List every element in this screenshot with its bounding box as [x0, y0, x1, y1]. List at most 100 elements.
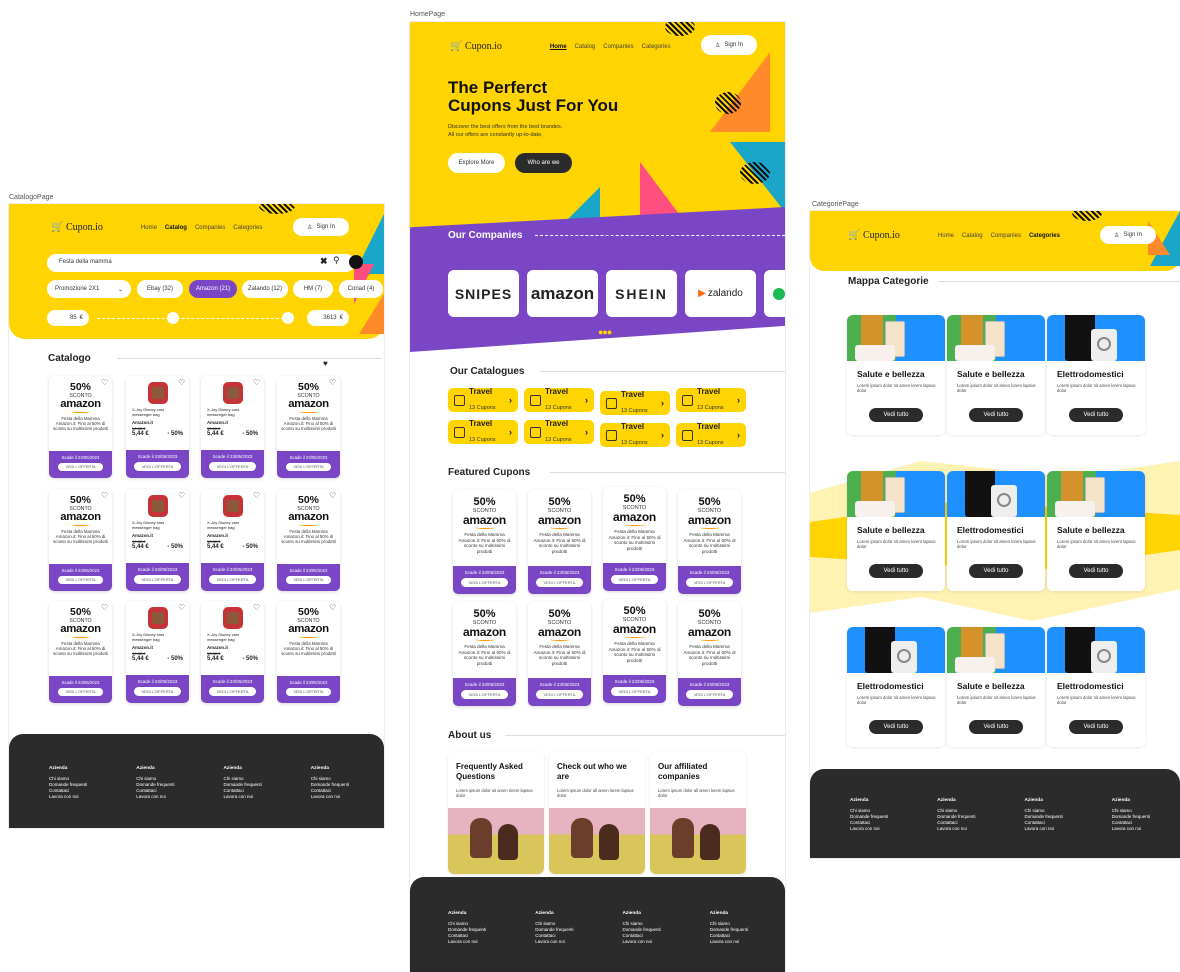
- price-min-field[interactable]: 85 €: [47, 310, 89, 326]
- view-all-button[interactable]: Vedi tutto: [969, 564, 1023, 578]
- category-card[interactable]: Elettrodomestici Lorem ipsum dolor sit a…: [1047, 627, 1145, 747]
- store-pill-zalando[interactable]: Zalando (12): [242, 280, 288, 298]
- footer-link[interactable]: Lavora con noi: [311, 794, 349, 800]
- category-card[interactable]: Elettrodomestici Lorem ipsum dolor sit a…: [1047, 315, 1145, 435]
- product-card[interactable]: X-Joy Disney cars messenger bag Amazon.i…: [201, 601, 264, 703]
- logo[interactable]: 🛒 Cupon.io: [51, 222, 103, 233]
- about-card-who[interactable]: Check out who we are Lorem ipsum dolor al…: [549, 752, 645, 874]
- toggle-dot[interactable]: [349, 255, 363, 269]
- product-offer-button[interactable]: VEDI L'OFFERTA: [208, 462, 257, 471]
- product-card[interactable]: X-Joy Disney cars messenger bag Amazon.i…: [201, 376, 264, 478]
- favorite-icon[interactable]: ♡: [101, 378, 108, 387]
- nav-home[interactable]: Home: [550, 44, 567, 50]
- about-card-faq[interactable]: Frequently Asked Questions Lorem ipsum do…: [448, 752, 544, 874]
- catalogue-button-travel[interactable]: Travel 13 Cupons ›: [600, 422, 670, 447]
- who-button[interactable]: Who are we: [515, 153, 572, 173]
- coupon-offer-button[interactable]: VEDI L'OFFERTA: [535, 578, 584, 587]
- nav-home[interactable]: Home: [141, 225, 157, 231]
- view-all-button[interactable]: Vedi tutto: [869, 564, 923, 578]
- footer-link[interactable]: Lavora con noi: [223, 794, 261, 800]
- nav-categories[interactable]: Categories: [1029, 233, 1060, 239]
- product-offer-button[interactable]: VEDI L'OFFERTA: [208, 575, 257, 584]
- nav-companies[interactable]: Companies: [195, 225, 225, 231]
- product-offer-button[interactable]: VEDI L'OFFERTA: [133, 687, 182, 696]
- store-pill-amazon[interactable]: Amazon (21): [189, 280, 237, 298]
- coupon-offer-button[interactable]: VEDI L'OFFERTA: [460, 690, 509, 699]
- favorite-icon[interactable]: ♡: [329, 603, 336, 612]
- company-logo-shein[interactable]: SHEIN: [606, 270, 677, 317]
- store-pill-hm[interactable]: HM (7): [293, 280, 333, 298]
- coupon-offer-button[interactable]: VEDI L'OFFERTA: [285, 463, 332, 471]
- coupon-offer-button[interactable]: VEDI L'OFFERTA: [460, 578, 509, 587]
- coupon-offer-button[interactable]: VEDI L'OFFERTA: [610, 575, 659, 584]
- view-all-button[interactable]: Vedi tutto: [869, 408, 923, 422]
- nav-catalog[interactable]: Catalog: [165, 225, 187, 231]
- coupon-card[interactable]: 50% SCONTO amazon Festa della Mamma Amaz…: [678, 602, 741, 706]
- nav-categories[interactable]: Categories: [233, 225, 262, 231]
- favorite-icon[interactable]: ♡: [253, 378, 260, 387]
- product-offer-button[interactable]: VEDI L'OFFERTA: [208, 687, 257, 696]
- logo[interactable]: 🛒 Cupon.io: [848, 230, 900, 241]
- signin-button[interactable]: ♙ Sign In: [293, 218, 349, 236]
- coupon-card[interactable]: 50% SCONTO amazon Festa della Mamma Amaz…: [277, 601, 340, 703]
- coupon-offer-button[interactable]: VEDI L'OFFERTA: [685, 690, 734, 699]
- coupon-card[interactable]: 50% SCONTO amazon Festa della Mamma Amaz…: [453, 490, 516, 594]
- nav-categories[interactable]: Categories: [642, 44, 671, 50]
- coupon-offer-button[interactable]: VEDI L'OFFERTA: [685, 578, 734, 587]
- search-input[interactable]: Festa della mamma: [47, 254, 355, 272]
- coupon-offer-button[interactable]: VEDI L'OFFERTA: [285, 576, 332, 584]
- carousel-dots[interactable]: ●●●: [598, 327, 612, 337]
- coupon-card[interactable]: 50% SCONTO amazon Festa della Mamma Amaz…: [528, 602, 591, 706]
- view-all-button[interactable]: Vedi tutto: [1069, 564, 1123, 578]
- nav-companies[interactable]: Companies: [991, 233, 1021, 239]
- logo[interactable]: 🛒 Cupon.io: [450, 41, 502, 52]
- company-logo-zalando[interactable]: ▶ zalando: [685, 270, 756, 317]
- coupon-card[interactable]: 50% SCONTO amazon Festa della Mamma Amaz…: [603, 487, 666, 591]
- favorite-icon[interactable]: ♡: [178, 378, 185, 387]
- nav-catalog[interactable]: Catalog: [575, 44, 596, 50]
- catalogue-button-travel[interactable]: Travel 13 Cupons ›: [600, 390, 670, 415]
- footer-link[interactable]: Lavora con noi: [535, 939, 573, 945]
- category-card[interactable]: Elettrodomestici Lorem ipsum dolor sit a…: [947, 471, 1045, 591]
- coupon-offer-button[interactable]: VEDI L'OFFERTA: [57, 688, 104, 696]
- coupon-card[interactable]: 50% SCONTO amazon Festa della Mamma Amaz…: [678, 490, 741, 594]
- coupon-card[interactable]: 50% SCONTO amazon Festa della Mamma Amaz…: [49, 601, 112, 703]
- coupon-offer-button[interactable]: VEDI L'OFFERTA: [57, 576, 104, 584]
- coupon-offer-button[interactable]: VEDI L'OFFERTA: [535, 690, 584, 699]
- category-card[interactable]: Salute e bellezza Lorem ipsum dolor sit …: [847, 315, 945, 435]
- favorite-icon[interactable]: ♡: [329, 378, 336, 387]
- view-all-button[interactable]: Vedi tutto: [869, 720, 923, 734]
- view-all-button[interactable]: Vedi tutto: [969, 720, 1023, 734]
- product-card[interactable]: X-Joy Disney cars messenger bag Amazon.i…: [201, 489, 264, 591]
- nav-catalog[interactable]: Catalog: [962, 233, 983, 239]
- view-all-button[interactable]: Vedi tutto: [1069, 408, 1123, 422]
- category-card[interactable]: Salute e bellezza Lorem ipsum dolor sit …: [1047, 471, 1145, 591]
- footer-link[interactable]: Lavora con noi: [49, 794, 87, 800]
- product-card[interactable]: X-Joy Disney cars messenger bag Amazon.i…: [126, 376, 189, 478]
- favorite-icon[interactable]: ♡: [329, 491, 336, 500]
- heart-icon[interactable]: ♥: [323, 359, 328, 368]
- nav-home[interactable]: Home: [938, 233, 954, 239]
- nav-companies[interactable]: Companies: [603, 44, 633, 50]
- favorite-icon[interactable]: ♡: [178, 603, 185, 612]
- about-card-companies[interactable]: Our affiliated companies Lorem ipsum dolo…: [650, 752, 746, 874]
- company-logo-amazon[interactable]: amazon: [527, 270, 598, 317]
- footer-link[interactable]: Lavora con noi: [448, 939, 486, 945]
- range-handle-min[interactable]: [167, 312, 179, 324]
- store-pill-conad[interactable]: Conad (4): [339, 280, 383, 298]
- catalogue-button-travel[interactable]: Travel 13 Cupons ›: [524, 419, 594, 444]
- footer-link[interactable]: Lavora con noi: [1024, 826, 1062, 832]
- catalogue-button-travel[interactable]: Travel 13 Cupons ›: [448, 419, 518, 444]
- coupon-card[interactable]: 50% SCONTO amazon Festa della Mamma Amaz…: [453, 602, 516, 706]
- footer-link[interactable]: Lavora con noi: [937, 826, 975, 832]
- footer-link[interactable]: Lavora con noi: [1112, 826, 1150, 832]
- favorite-icon[interactable]: ♡: [253, 491, 260, 500]
- store-pill-ebay[interactable]: Ebay (32): [137, 280, 183, 298]
- company-logo-snipes[interactable]: SNIPES: [448, 270, 519, 317]
- product-card[interactable]: X-Joy Disney cars messenger bag Amazon.i…: [126, 489, 189, 591]
- favorite-icon[interactable]: ♡: [253, 603, 260, 612]
- coupon-card[interactable]: 50% SCONTO amazon Festa della Mamma Amaz…: [603, 599, 666, 703]
- favorite-icon[interactable]: ♡: [178, 491, 185, 500]
- footer-link[interactable]: Lavora con noi: [850, 826, 888, 832]
- filter-select[interactable]: Promozione 2X1 ⌄: [47, 280, 131, 298]
